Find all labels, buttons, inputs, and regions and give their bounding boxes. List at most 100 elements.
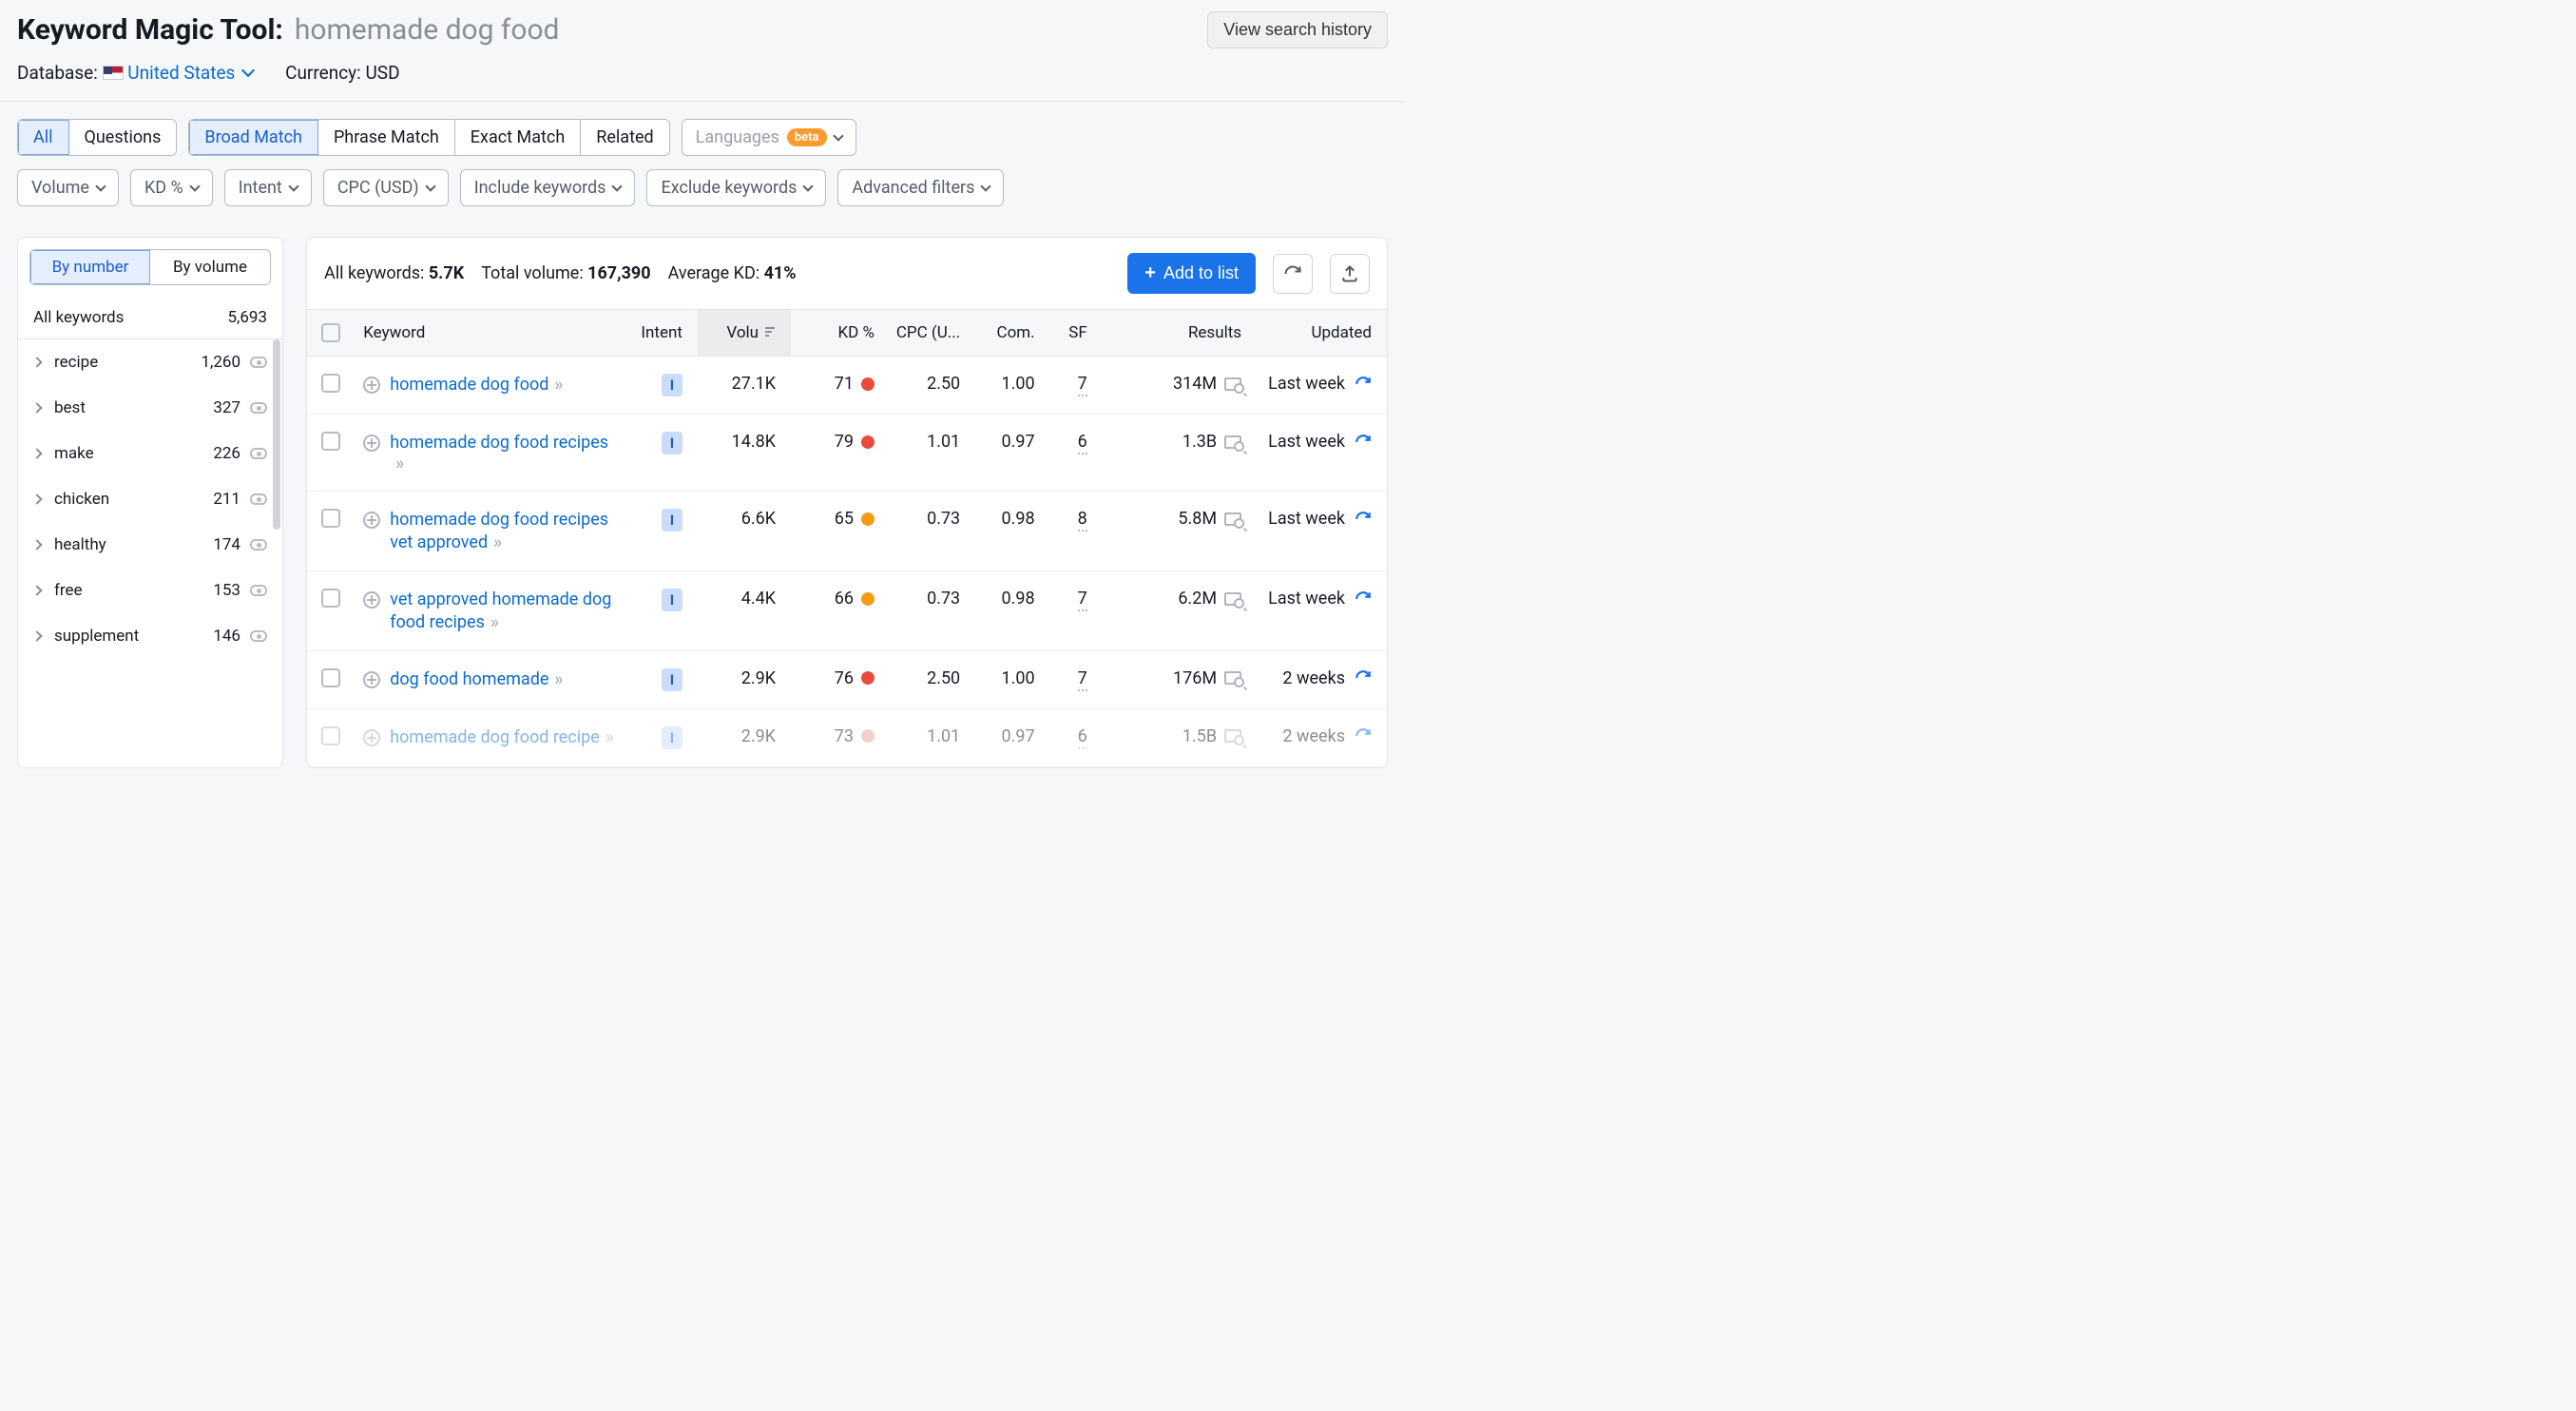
open-keyword-icon[interactable]: »: [554, 669, 560, 689]
cell-sf[interactable]: 8: [1078, 509, 1087, 532]
column-header-kd[interactable]: KD %: [791, 310, 886, 356]
sidebar-toggle-by-number[interactable]: By number: [30, 250, 150, 284]
open-keyword-icon[interactable]: »: [554, 375, 560, 395]
refresh-row-icon[interactable]: [1355, 511, 1372, 528]
column-header-results[interactable]: Results: [1099, 310, 1253, 356]
filter-cpc-usd[interactable]: CPC (USD): [323, 169, 449, 206]
row-checkbox[interactable]: [321, 668, 340, 687]
column-header-volume[interactable]: Volu: [698, 310, 791, 356]
keyword-link[interactable]: dog food homemade: [390, 669, 548, 689]
refresh-row-icon[interactable]: [1355, 434, 1372, 451]
open-keyword-icon[interactable]: »: [493, 532, 499, 552]
column-header-com[interactable]: Com.: [970, 310, 1044, 356]
cell-sf[interactable]: 6: [1078, 432, 1087, 454]
column-header-intent[interactable]: Intent: [623, 310, 698, 356]
filter-exclude-keywords[interactable]: Exclude keywords: [646, 169, 826, 206]
languages-dropdown[interactable]: Languages beta: [682, 119, 856, 156]
cell-sf[interactable]: 7: [1078, 374, 1087, 396]
keyword-link[interactable]: homemade dog food recipe: [390, 727, 600, 747]
add-keyword-icon[interactable]: [363, 435, 380, 452]
summary-average-kd: Average KD: 41%: [668, 263, 797, 283]
database-selector[interactable]: Database: United States: [17, 62, 253, 84]
add-keyword-icon[interactable]: [363, 512, 380, 529]
tab-related[interactable]: Related: [581, 120, 668, 155]
column-header-sf[interactable]: SF: [1045, 310, 1099, 356]
cell-kd: 73: [800, 726, 875, 746]
filter-advanced-filters[interactable]: Advanced filters: [837, 169, 1004, 206]
eye-icon[interactable]: [250, 448, 267, 459]
filter-kd[interactable]: KD %: [130, 169, 213, 206]
add-to-list-label: Add to list: [1163, 263, 1239, 283]
tab-exact-match[interactable]: Exact Match: [455, 120, 581, 155]
intent-badge: I: [662, 509, 682, 532]
serp-preview-icon[interactable]: [1224, 512, 1241, 526]
filter-include-keywords[interactable]: Include keywords: [460, 169, 636, 206]
sidebar-all-keywords-label[interactable]: All keywords: [33, 308, 124, 327]
sidebar-group-count: 174: [213, 535, 240, 554]
serp-preview-icon[interactable]: [1224, 671, 1241, 685]
keyword-link[interactable]: vet approved homemade dog food recipes: [390, 590, 611, 631]
column-header-keyword[interactable]: Keyword: [354, 310, 623, 356]
sidebar-group-free[interactable]: free153: [18, 568, 282, 613]
row-checkbox[interactable]: [321, 509, 340, 528]
refresh-row-icon[interactable]: [1355, 590, 1372, 608]
row-checkbox[interactable]: [321, 432, 340, 451]
serp-preview-icon[interactable]: [1224, 435, 1241, 449]
sidebar-group-make[interactable]: make226: [18, 431, 282, 476]
view-search-history-button[interactable]: View search history: [1207, 11, 1388, 48]
add-keyword-icon[interactable]: [363, 377, 380, 394]
add-keyword-icon[interactable]: [363, 591, 380, 609]
sidebar-group-recipe[interactable]: recipe1,260: [18, 339, 282, 385]
summary-all-keywords: All keywords: 5.7K: [324, 263, 464, 283]
keyword-link[interactable]: homemade dog food recipes: [390, 433, 608, 453]
scrollbar-thumb[interactable]: [273, 339, 280, 530]
tab-questions[interactable]: Questions: [69, 120, 177, 155]
eye-icon[interactable]: [250, 539, 267, 551]
filter-intent[interactable]: Intent: [224, 169, 312, 206]
sidebar-group-healthy[interactable]: healthy174: [18, 522, 282, 568]
refresh-row-icon[interactable]: [1355, 669, 1372, 686]
cell-sf[interactable]: 7: [1078, 589, 1087, 611]
column-header-updated[interactable]: Updated: [1253, 310, 1387, 356]
export-button[interactable]: [1330, 254, 1370, 294]
refresh-button[interactable]: [1273, 254, 1313, 294]
column-header-checkbox[interactable]: [307, 310, 354, 356]
sidebar-all-keywords-count: 5,693: [227, 308, 267, 327]
kd-difficulty-dot-icon: [861, 377, 875, 391]
eye-icon[interactable]: [250, 402, 267, 414]
cell-results: 314M: [1173, 374, 1217, 394]
open-keyword-icon[interactable]: »: [490, 612, 496, 632]
tab-all[interactable]: All: [18, 120, 69, 155]
eye-icon[interactable]: [250, 630, 267, 642]
refresh-row-icon[interactable]: [1355, 727, 1372, 744]
filter-volume[interactable]: Volume: [17, 169, 119, 206]
row-checkbox[interactable]: [321, 726, 340, 745]
cell-sf[interactable]: 6: [1078, 726, 1087, 749]
eye-icon[interactable]: [250, 585, 267, 596]
sidebar-group-best[interactable]: best327: [18, 385, 282, 431]
refresh-row-icon[interactable]: [1355, 376, 1372, 393]
sidebar-toggle-by-volume[interactable]: By volume: [150, 250, 270, 284]
eye-icon[interactable]: [250, 493, 267, 505]
serp-preview-icon[interactable]: [1224, 377, 1241, 391]
add-keyword-icon[interactable]: [363, 671, 380, 688]
tab-phrase-match[interactable]: Phrase Match: [318, 120, 455, 155]
open-keyword-icon[interactable]: »: [606, 727, 611, 747]
cell-updated: 2 weeks: [1282, 726, 1345, 746]
eye-icon[interactable]: [250, 357, 267, 368]
tab-broad-match[interactable]: Broad Match: [189, 120, 318, 155]
sidebar-group-supplement[interactable]: supplement146: [18, 613, 282, 659]
add-to-list-button[interactable]: + Add to list: [1127, 253, 1256, 294]
serp-preview-icon[interactable]: [1224, 729, 1241, 743]
cell-cpc: 2.50: [886, 357, 970, 411]
row-checkbox[interactable]: [321, 589, 340, 608]
keyword-link[interactable]: homemade dog food: [390, 375, 548, 395]
keyword-link[interactable]: homemade dog food recipes vet approved: [390, 510, 608, 551]
sidebar-group-chicken[interactable]: chicken211: [18, 476, 282, 522]
add-keyword-icon[interactable]: [363, 729, 380, 746]
column-header-cpc[interactable]: CPC (U...: [886, 310, 970, 356]
row-checkbox[interactable]: [321, 374, 340, 393]
open-keyword-icon[interactable]: »: [395, 454, 401, 474]
cell-sf[interactable]: 7: [1078, 668, 1087, 691]
serp-preview-icon[interactable]: [1224, 592, 1241, 606]
